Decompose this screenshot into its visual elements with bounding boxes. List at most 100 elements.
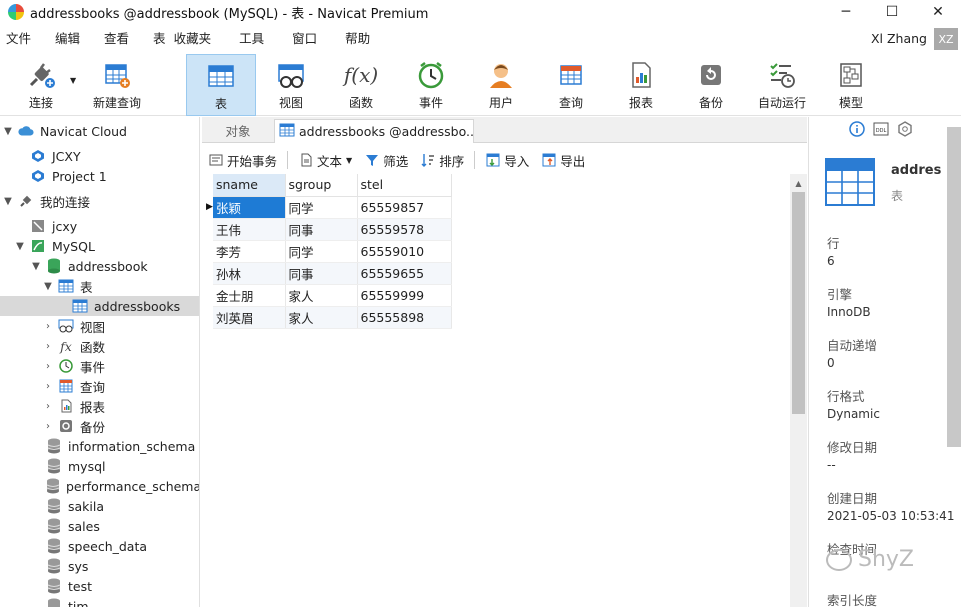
expand-arrow-icon[interactable]: ▼ (2, 196, 14, 207)
cell-sname[interactable]: 孙林 (213, 262, 286, 285)
cell-sgroup[interactable]: 同学 (285, 196, 358, 219)
cell-stel[interactable]: 65559010 (357, 240, 452, 263)
event-button[interactable]: 事件 (402, 54, 460, 116)
tree-database-test[interactable]: test (0, 576, 199, 596)
collapse-arrow-icon[interactable]: › (42, 341, 54, 352)
tree-database-tim[interactable]: tim (0, 596, 199, 607)
tree-database-addressbook[interactable]: ▼ addressbook (0, 256, 199, 276)
tree-backups-folder[interactable]: › 备份 (0, 416, 199, 436)
automation-button[interactable]: 自动运行 (752, 54, 812, 116)
cell-sname[interactable]: 金士朋 (213, 284, 286, 307)
new-query-button[interactable]: 新建查询 (88, 54, 146, 116)
column-header-sgroup[interactable]: sgroup (285, 174, 358, 197)
export-button[interactable]: 导出 (535, 149, 591, 171)
tree-reports-folder[interactable]: › 报表 (0, 396, 199, 416)
cell-sgroup[interactable]: 家人 (285, 284, 358, 307)
scroll-up-icon[interactable]: ▲ (790, 176, 807, 190)
table-row[interactable]: 王伟 同事 65559578 (213, 218, 452, 241)
expand-arrow-icon[interactable]: ▼ (2, 126, 14, 137)
expand-arrow-icon[interactable]: ▼ (30, 261, 42, 272)
ddl-icon[interactable]: DDL (873, 121, 889, 140)
cell-sgroup[interactable]: 同事 (285, 218, 358, 241)
table-row[interactable]: 张颖 同学 65559857 (213, 196, 452, 219)
minimize-button[interactable]: ─ (823, 0, 869, 24)
column-header-sname[interactable]: sname (213, 174, 286, 197)
table-row[interactable]: 孙林 同事 65559655 (213, 262, 452, 285)
table-row[interactable]: 刘英眉 家人 65555898 (213, 306, 452, 329)
tab-addressbooks[interactable]: addressbooks @addressbo... (274, 119, 474, 143)
function-button[interactable]: f(x) 函数 (332, 54, 390, 116)
model-button[interactable]: 模型 (822, 54, 880, 116)
avatar[interactable]: XZ (934, 28, 958, 50)
menu-tools[interactable]: 工具 (223, 24, 276, 54)
report-button[interactable]: 报表 (612, 54, 670, 116)
expand-arrow-icon[interactable]: ▼ (42, 281, 54, 292)
collapse-arrow-icon[interactable]: › (42, 321, 54, 332)
close-button[interactable]: ✕ (915, 0, 961, 24)
menu-file[interactable]: 文件 (0, 24, 43, 54)
import-button[interactable]: 导入 (479, 149, 535, 171)
tree-connection-mysql[interactable]: ▼ MySQL (0, 236, 199, 256)
cell-sname[interactable]: 张颖 (213, 196, 286, 219)
collapse-arrow-icon[interactable]: › (42, 421, 54, 432)
info-panel-scrollbar[interactable] (947, 127, 961, 447)
user-name[interactable]: Xl Zhang (871, 24, 927, 54)
collapse-arrow-icon[interactable]: › (42, 401, 54, 412)
tree-project-jcxy[interactable]: JCXY (0, 146, 199, 166)
expand-arrow-icon[interactable]: ▼ (14, 241, 26, 252)
info-icon[interactable] (849, 121, 865, 140)
tab-objects[interactable]: 对象 (202, 117, 274, 143)
tree-project-1[interactable]: Project 1 (0, 166, 199, 186)
tree-events-folder[interactable]: › 事件 (0, 356, 199, 376)
tree-database-sakila[interactable]: sakila (0, 496, 199, 516)
tree-database-sales[interactable]: sales (0, 516, 199, 536)
cell-sname[interactable]: 王伟 (213, 218, 286, 241)
cell-sname[interactable]: 刘英眉 (213, 306, 286, 329)
grid-scrollbar[interactable]: ▲ (790, 174, 807, 607)
menu-edit[interactable]: 编辑 (43, 24, 92, 54)
tree-database-mysql[interactable]: mysql (0, 456, 199, 476)
tree-connection-jcxy[interactable]: jcxy (0, 216, 199, 236)
tree-table-addressbooks[interactable]: addressbooks (0, 296, 199, 316)
view-button[interactable]: 视图 (262, 54, 320, 116)
tree-queries-folder[interactable]: › 查询 (0, 376, 199, 396)
column-header-stel[interactable]: stel (357, 174, 452, 197)
scrollbar-thumb[interactable] (792, 192, 805, 414)
query-button[interactable]: 查询 (542, 54, 600, 116)
connect-button[interactable]: 连接 (18, 54, 64, 116)
tree-database-information-schema[interactable]: information_schema (0, 436, 199, 456)
hexagon-icon[interactable] (897, 121, 913, 140)
cell-sgroup[interactable]: 同学 (285, 240, 358, 263)
tree-functions-folder[interactable]: › fx 函数 (0, 336, 199, 356)
tree-tables-folder[interactable]: ▼ 表 (0, 276, 199, 296)
collapse-arrow-icon[interactable]: › (42, 381, 54, 392)
connect-dropdown-icon[interactable]: ▼ (70, 76, 76, 85)
cell-sname[interactable]: 李芳 (213, 240, 286, 263)
table-row[interactable]: 李芳 同学 65559010 (213, 240, 452, 263)
cell-sgroup[interactable]: 同事 (285, 262, 358, 285)
user-button[interactable]: 用户 (472, 54, 530, 116)
text-view-button[interactable]: 文本 ▼ (292, 149, 358, 171)
tree-database-sys[interactable]: sys (0, 556, 199, 576)
cell-stel[interactable]: 65559999 (357, 284, 452, 307)
maximize-button[interactable]: ☐ (869, 0, 915, 24)
begin-transaction-button[interactable]: 开始事务 (202, 149, 283, 171)
tree-navicat-cloud[interactable]: ▼ Navicat Cloud (0, 121, 199, 141)
backup-button[interactable]: 备份 (682, 54, 740, 116)
menu-window[interactable]: 窗口 (276, 24, 329, 54)
cell-stel[interactable]: 65559857 (357, 196, 452, 219)
tree-views-folder[interactable]: › 视图 (0, 316, 199, 336)
cell-stel[interactable]: 65559655 (357, 262, 452, 285)
tree-database-performance-schema[interactable]: performance_schema (0, 476, 199, 496)
sort-button[interactable]: 排序 (414, 149, 470, 171)
menu-favorites[interactable]: 收藏夹 (170, 24, 224, 54)
cell-sgroup[interactable]: 家人 (285, 306, 358, 329)
table-row[interactable]: 金士朋 家人 65559999 (213, 284, 452, 307)
filter-button[interactable]: 筛选 (358, 149, 414, 171)
cell-stel[interactable]: 65555898 (357, 306, 452, 329)
menu-view[interactable]: 查看 (92, 24, 141, 54)
cell-stel[interactable]: 65559578 (357, 218, 452, 241)
menu-table[interactable]: 表 (141, 24, 170, 54)
menu-help[interactable]: 帮助 (329, 24, 382, 54)
table-button[interactable]: 表 (186, 54, 256, 116)
